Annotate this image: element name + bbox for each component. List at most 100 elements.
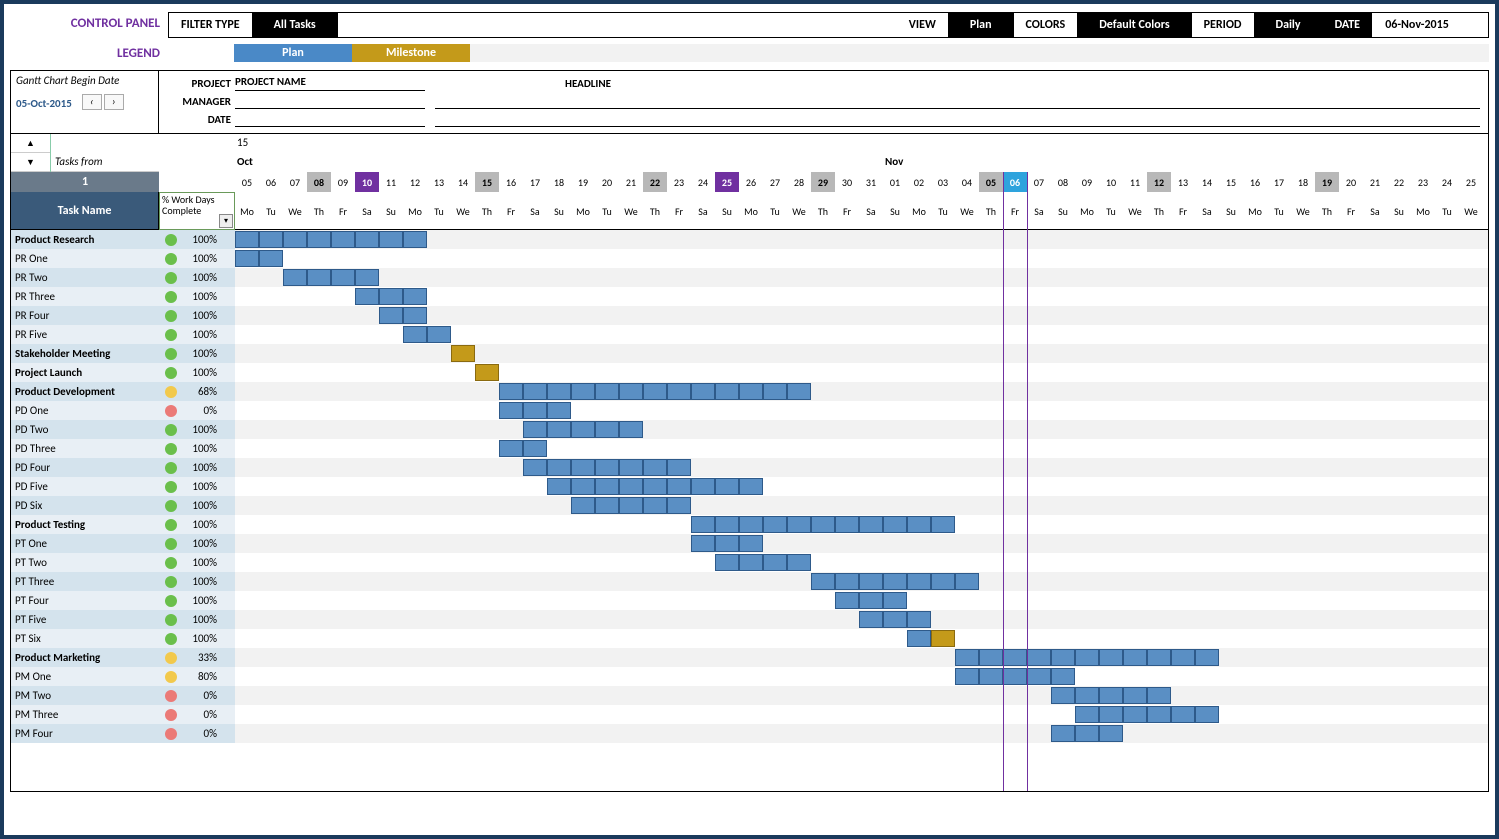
day-cell: 05 <box>979 172 1003 192</box>
gantt-bar[interactable] <box>931 630 955 647</box>
gantt-bar[interactable] <box>235 250 283 267</box>
next-date-button[interactable]: › <box>104 94 124 110</box>
scroll-up-button[interactable]: ▲ <box>11 134 50 153</box>
dow-cell: Fr <box>835 192 859 230</box>
task-row[interactable]: Product Testing100% <box>11 515 235 534</box>
day-cell: 23 <box>1411 172 1435 192</box>
task-row[interactable]: Product Development68% <box>11 382 235 401</box>
task-label: Stakeholder Meeting <box>11 347 159 360</box>
gantt-bar[interactable] <box>547 478 763 495</box>
gantt-bar[interactable] <box>355 288 427 305</box>
day-cell: 20 <box>1339 172 1363 192</box>
gantt-bar[interactable] <box>859 611 931 628</box>
task-row[interactable]: PT Five100% <box>11 610 235 629</box>
legend-milestone: Milestone <box>352 44 470 62</box>
task-row[interactable]: PD Six100% <box>11 496 235 515</box>
task-row[interactable]: PR Three100% <box>11 287 235 306</box>
gantt-bar[interactable] <box>403 326 451 343</box>
period-value[interactable]: Daily <box>1254 13 1323 37</box>
date-value[interactable]: 06-Nov-2015 <box>1372 13 1462 37</box>
gantt-bar[interactable] <box>955 668 1075 685</box>
gantt-bar[interactable] <box>283 269 379 286</box>
date-field-value[interactable] <box>235 111 425 127</box>
gantt-row <box>235 268 1488 287</box>
gantt-bar[interactable] <box>499 402 571 419</box>
gantt-bar[interactable] <box>523 459 691 476</box>
dow-cell: Fr <box>499 192 523 230</box>
gantt-bar[interactable] <box>451 345 475 362</box>
task-start-number[interactable]: 1 <box>11 172 159 192</box>
task-row[interactable]: PR One100% <box>11 249 235 268</box>
task-row[interactable]: PD One0% <box>11 401 235 420</box>
scroll-down-button[interactable]: ▼ <box>11 153 50 172</box>
day-cell: 10 <box>355 172 379 192</box>
task-label: PD Five <box>11 480 159 493</box>
gantt-bar[interactable] <box>1075 706 1219 723</box>
gantt-bar[interactable] <box>571 497 691 514</box>
gantt-bar[interactable] <box>715 554 811 571</box>
task-row[interactable]: PT Two100% <box>11 553 235 572</box>
colors-label: COLORS <box>1014 13 1078 37</box>
dow-cell: Mo <box>403 192 427 230</box>
pct-complete-value: 100% <box>177 480 223 493</box>
gantt-bar[interactable] <box>475 364 499 381</box>
gantt-bar[interactable] <box>955 649 1219 666</box>
task-row[interactable]: Product Marketing33% <box>11 648 235 667</box>
prev-date-button[interactable]: ‹ <box>82 94 102 110</box>
task-row[interactable]: PT Six100% <box>11 629 235 648</box>
day-of-week-row: MoTuWeThFrSaSuMoTuWeThFrSaSuMoTuWeThFrSa… <box>235 192 1488 230</box>
status-dot-icon <box>165 234 177 246</box>
view-value[interactable]: Plan <box>948 13 1014 37</box>
gantt-bar[interactable] <box>523 421 643 438</box>
task-row[interactable]: Product Research100% <box>11 230 235 249</box>
pct-dropdown-icon[interactable]: ▾ <box>219 214 233 228</box>
gantt-row <box>235 724 1488 743</box>
gantt-bar[interactable] <box>499 440 547 457</box>
task-row[interactable]: PT Four100% <box>11 591 235 610</box>
gantt-bar[interactable] <box>691 535 763 552</box>
colors-value[interactable]: Default Colors <box>1077 13 1191 37</box>
dow-cell: Tu <box>259 192 283 230</box>
task-row[interactable]: Project Launch100% <box>11 363 235 382</box>
gantt-bar[interactable] <box>691 516 955 533</box>
manager-value[interactable] <box>235 93 425 109</box>
headline-label: HEADLINE <box>565 77 611 90</box>
task-row[interactable]: PT One100% <box>11 534 235 553</box>
filter-type-value[interactable]: All Tasks <box>252 13 338 37</box>
day-cell: 11 <box>1123 172 1147 192</box>
pct-complete-value: 0% <box>177 727 223 740</box>
gantt-bar[interactable] <box>811 573 979 590</box>
task-row[interactable]: PR Two100% <box>11 268 235 287</box>
gantt-row <box>235 249 1488 268</box>
task-row[interactable]: PD Four100% <box>11 458 235 477</box>
task-row[interactable]: PM Four0% <box>11 724 235 743</box>
task-row[interactable]: PT Three100% <box>11 572 235 591</box>
task-label: PD One <box>11 404 159 417</box>
gantt-bar[interactable] <box>907 630 931 647</box>
project-value[interactable]: PROJECT NAME <box>235 75 425 91</box>
gantt-bar[interactable] <box>499 383 811 400</box>
gantt-bar[interactable] <box>235 231 427 248</box>
task-row[interactable]: PD Three100% <box>11 439 235 458</box>
gantt-bar[interactable] <box>1051 725 1123 742</box>
task-row[interactable]: PM Three0% <box>11 705 235 724</box>
status-dot-icon <box>165 538 177 550</box>
task-row[interactable]: PM Two0% <box>11 686 235 705</box>
gantt-bar[interactable] <box>835 592 907 609</box>
pct-complete-value: 33% <box>177 651 223 664</box>
gantt-row <box>235 420 1488 439</box>
pct-complete-value: 100% <box>177 499 223 512</box>
headline-line-1[interactable] <box>435 93 1480 109</box>
headline-line-2[interactable] <box>435 111 1480 127</box>
task-row[interactable]: Stakeholder Meeting100% <box>11 344 235 363</box>
task-row[interactable]: PD Five 100% <box>11 477 235 496</box>
task-row[interactable]: PR Four100% <box>11 306 235 325</box>
status-dot-icon <box>165 709 177 721</box>
gantt-bar[interactable] <box>1051 687 1171 704</box>
pct-complete-value: 100% <box>177 518 223 531</box>
task-row[interactable]: PD Two100% <box>11 420 235 439</box>
day-cell: 14 <box>1195 172 1219 192</box>
task-row[interactable]: PM One80% <box>11 667 235 686</box>
task-row[interactable]: PR Five100% <box>11 325 235 344</box>
gantt-bar[interactable] <box>379 307 427 324</box>
